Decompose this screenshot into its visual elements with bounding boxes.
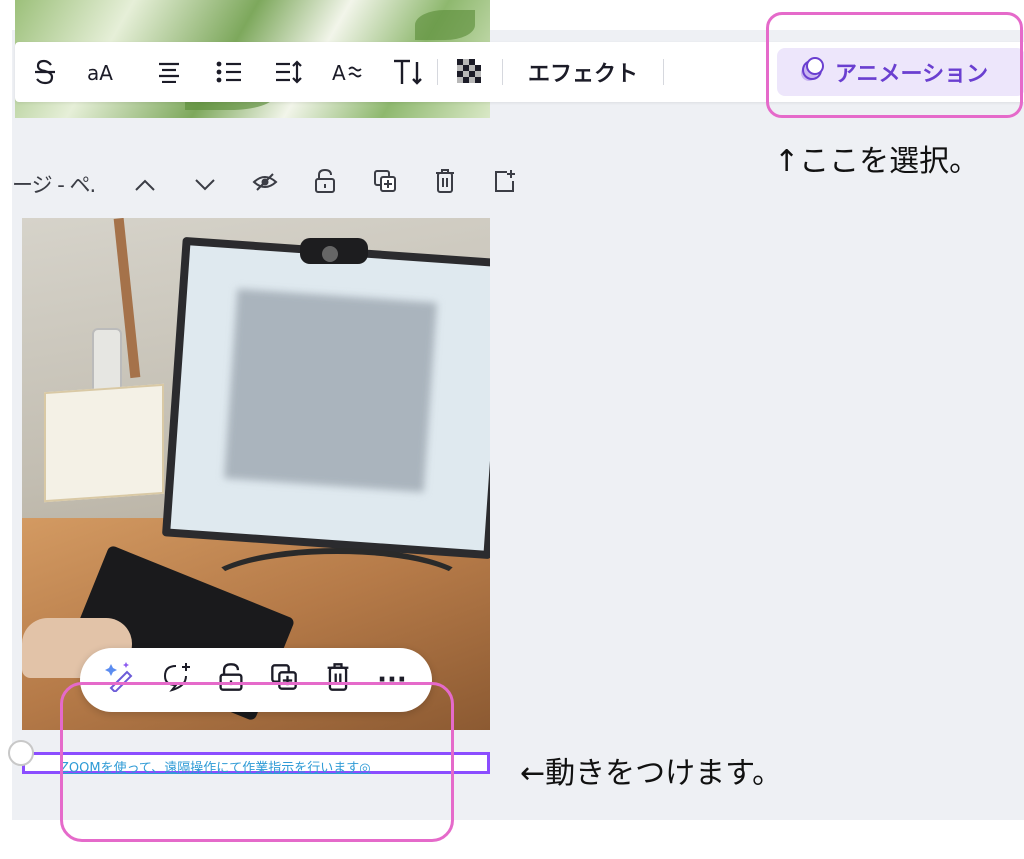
page-title-label: ージ - ペ. — [12, 173, 96, 197]
page-controls: ージ - ペ. — [12, 160, 535, 208]
annotation-bottom: ←動きをつけます。 — [520, 756, 783, 791]
highlight-frame-animation — [766, 12, 1023, 118]
add-page-icon[interactable] — [475, 169, 535, 199]
list-icon[interactable] — [199, 50, 259, 94]
strikethrough-icon[interactable] — [15, 50, 75, 94]
text-direction-icon[interactable] — [379, 50, 437, 94]
photo-webcam-lens — [322, 246, 338, 262]
chevron-up-icon[interactable] — [115, 170, 175, 198]
svg-text:A: A — [332, 61, 346, 85]
effects-button[interactable]: エフェクト — [503, 50, 663, 94]
spacing-icon[interactable] — [259, 50, 319, 94]
svg-text:aA: aA — [87, 61, 113, 85]
hide-icon[interactable] — [235, 170, 295, 198]
toolbar-divider — [663, 59, 664, 85]
align-icon[interactable] — [139, 50, 199, 94]
photo-calendar — [44, 383, 164, 503]
effects-label: エフェクト — [527, 62, 638, 87]
delete-icon[interactable] — [415, 168, 475, 200]
letter-case-icon[interactable]: aA — [75, 50, 139, 94]
lock-icon[interactable] — [295, 168, 355, 200]
annotation-top: ↑ここを選択。 — [774, 144, 980, 179]
duplicate-icon[interactable] — [355, 169, 415, 199]
blurred-screen — [224, 288, 437, 493]
font-style-icon[interactable]: A — [319, 50, 379, 94]
resize-handle[interactable] — [8, 740, 34, 766]
transparency-icon[interactable] — [438, 50, 502, 94]
highlight-frame-text — [60, 682, 454, 842]
chevron-down-icon[interactable] — [175, 170, 235, 198]
photo-monitor — [161, 236, 490, 560]
